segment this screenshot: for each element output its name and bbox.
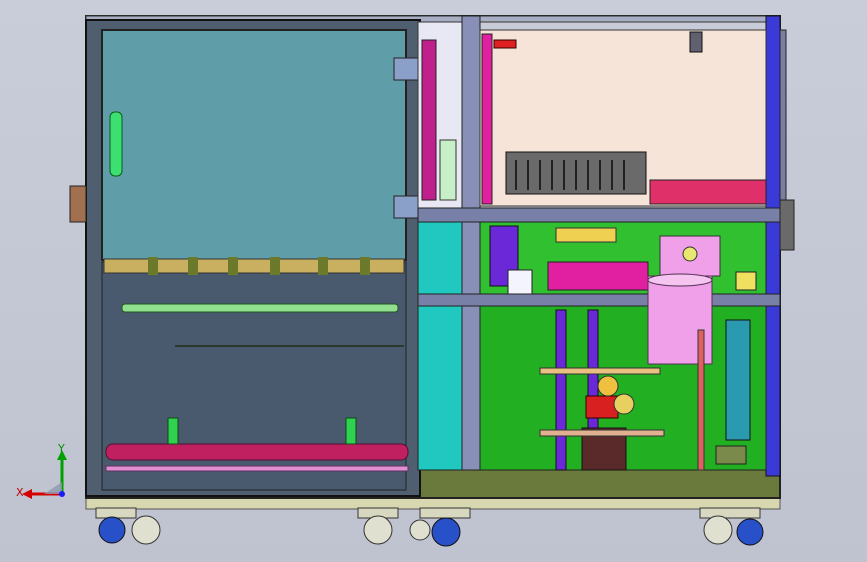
axis-label-x: X — [16, 486, 24, 499]
right-outer-bracket — [779, 29, 787, 201]
caster-2 — [357, 507, 399, 545]
center-frame-bar — [461, 15, 481, 471]
cabinet-window — [101, 29, 407, 261]
right-blue-post — [765, 15, 781, 477]
lower-olive-panel — [417, 469, 781, 499]
door-hinge-top — [393, 57, 419, 81]
green-stud-left — [167, 417, 179, 445]
door-hinge-bottom — [393, 195, 419, 219]
center-green-pipe — [439, 139, 457, 201]
center-lower-cyan — [417, 221, 463, 471]
caster-1 — [95, 507, 161, 545]
pink-shelf — [649, 179, 767, 205]
motor-hub — [682, 246, 698, 262]
grey-foot-right — [715, 445, 747, 465]
cad-viewport[interactable]: X Y — [0, 0, 867, 562]
center-magenta-post — [421, 39, 437, 201]
door-handle — [109, 111, 123, 177]
white-bracket-left — [507, 269, 533, 295]
purple-rod-left — [555, 309, 567, 471]
gear-yellow — [613, 393, 635, 415]
caster-3 — [409, 507, 471, 547]
vertical-rod-right — [697, 329, 705, 471]
magenta-frame-left — [481, 33, 493, 205]
magenta-block — [547, 261, 649, 291]
collar-plate — [539, 429, 665, 437]
machine-drawing — [69, 15, 795, 547]
green-shaft — [121, 303, 399, 313]
right-side-fitting — [779, 199, 795, 251]
mid-bracket-yellow — [735, 271, 757, 291]
frame-bar-mid — [417, 207, 781, 223]
yellow-cylinder — [555, 227, 617, 243]
z-axis-dot — [59, 491, 65, 497]
magenta-tube — [105, 443, 409, 461]
caster-4 — [699, 507, 764, 546]
left-side-fitting — [69, 185, 87, 223]
pink-cylinder-top — [647, 273, 713, 287]
top-right-bracket — [689, 31, 703, 53]
frame-bar-lower — [417, 293, 781, 307]
green-stud-right — [345, 417, 357, 445]
triad-plane — [44, 482, 62, 494]
pink-rail — [105, 465, 409, 472]
pulley-yellow — [597, 375, 619, 397]
pulley-assembly — [585, 395, 619, 419]
cyan-panel — [725, 319, 751, 441]
drive-plate — [539, 367, 661, 375]
red-clamp — [493, 39, 517, 49]
axis-label-y: Y — [58, 442, 65, 455]
